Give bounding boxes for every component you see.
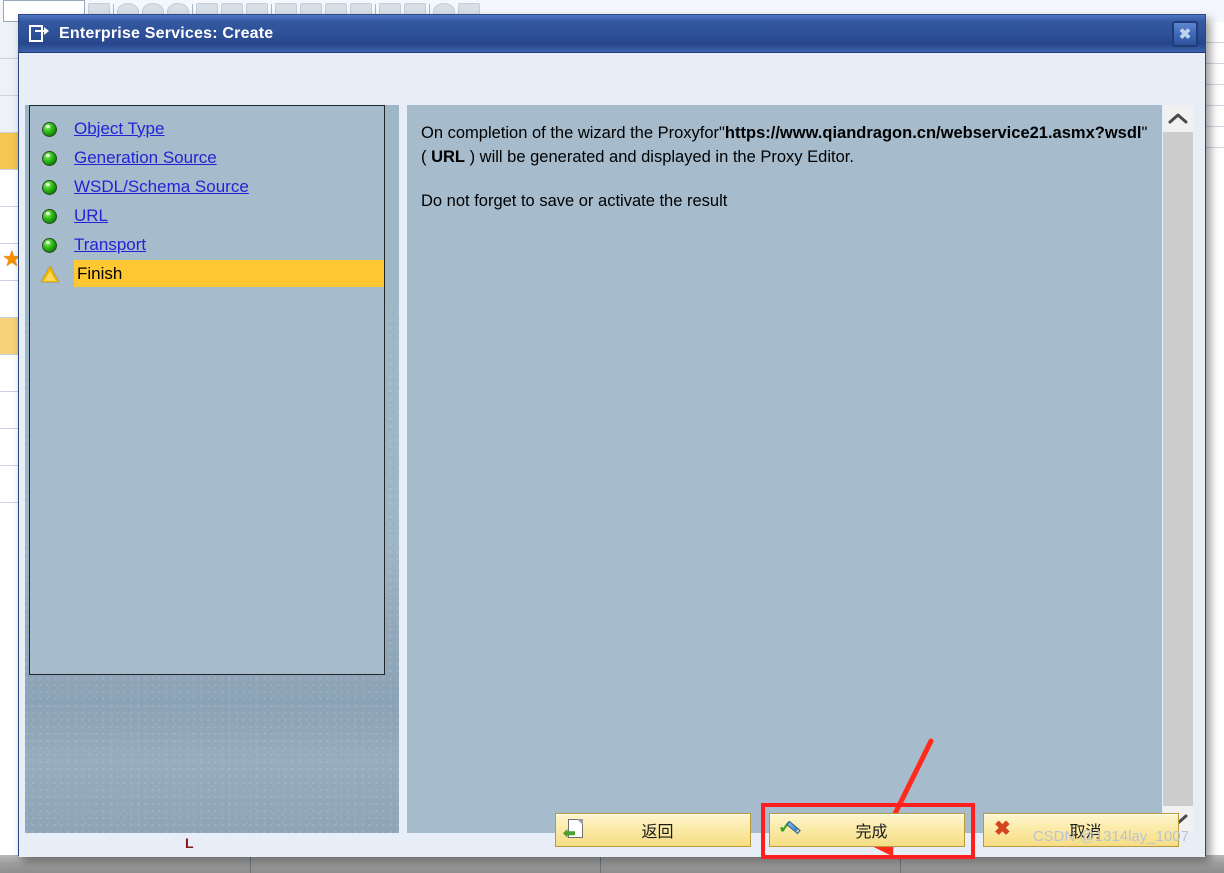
red-x-icon: ✖ (994, 818, 1011, 840)
green-led-icon (39, 205, 61, 227)
wizard-step-label[interactable]: Finish (77, 264, 122, 284)
back-button-label: 返回 (641, 824, 674, 841)
enterprise-services-dialog: Enterprise Services: Create ✖ Object Typ… (18, 14, 1206, 859)
message-reminder: Do not forget to save or activate the re… (421, 192, 728, 210)
close-glyph: ✖ (1178, 25, 1192, 43)
green-led-icon (39, 234, 61, 256)
wizard-content-pane: On completion of the wizard the Proxyfor… (407, 105, 1162, 833)
wizard-step-label[interactable]: Object Type (74, 119, 164, 139)
wizard-step-current-highlight: Finish (74, 260, 384, 287)
watermark: CSDN @1314lay_1007 (1032, 828, 1189, 845)
green-led-icon (39, 176, 61, 198)
wizard-step-label[interactable]: WSDL/Schema Source (74, 177, 249, 197)
message-part-1: On completion of the wizard the Proxyfor… (421, 124, 725, 142)
wizard-step-generation-source[interactable]: Generation Source (30, 143, 384, 172)
green-led-icon (39, 118, 61, 140)
wizard-step-object-type[interactable]: Object Type (30, 114, 384, 143)
dialog-button-bar: ⬅ 返回 ✓ 完成 ✖ 取消 (19, 803, 1205, 859)
status-bar-divider (900, 855, 901, 873)
message-part-3: ) will be generated and displayed in the… (465, 148, 854, 166)
chevron-up-icon[interactable] (1163, 105, 1193, 132)
message-url: https://www.qiandragon.cn/webservice21.a… (724, 124, 1142, 142)
warning-triangle-icon (39, 263, 61, 285)
message-url-kind: URL (431, 148, 466, 166)
completion-message: On completion of the wizard the Proxyfor… (421, 121, 1148, 213)
finish-button-label: 完成 (855, 824, 888, 841)
wizard-steps-pane: Object Type Generation Source WSDL/Schem… (25, 105, 399, 833)
create-object-icon (29, 25, 50, 42)
wizard-step-finish[interactable]: Finish (30, 259, 384, 288)
wizard-step-wsdl-schema-source[interactable]: WSDL/Schema Source (30, 172, 384, 201)
dialog-body: Object Type Generation Source WSDL/Schem… (19, 53, 1205, 859)
status-bar-divider (250, 855, 251, 873)
background-status-bar (0, 855, 1224, 873)
wizard-step-transport[interactable]: Transport (30, 230, 384, 259)
dialog-titlebar: Enterprise Services: Create ✖ (19, 15, 1205, 53)
scrollbar-thumb[interactable] (1163, 132, 1193, 806)
wizard-step-label[interactable]: Generation Source (74, 148, 217, 168)
check-pencil-icon: ✓ (777, 818, 801, 842)
content-scrollbar[interactable] (1163, 105, 1193, 833)
page-back-icon: ⬅ (563, 818, 587, 842)
finish-button[interactable]: ✓ 完成 (761, 803, 975, 859)
status-bar-divider (600, 855, 601, 873)
wizard-step-url[interactable]: URL (30, 201, 384, 230)
dialog-title: Enterprise Services: Create (59, 24, 274, 42)
wizard-step-label[interactable]: Transport (74, 235, 146, 255)
wizard-step-label[interactable]: URL (74, 206, 108, 226)
wizard-step-list: Object Type Generation Source WSDL/Schem… (29, 105, 385, 675)
close-icon[interactable]: ✖ (1172, 21, 1198, 47)
green-led-icon (39, 147, 61, 169)
back-button[interactable]: ⬅ 返回 (555, 813, 751, 847)
